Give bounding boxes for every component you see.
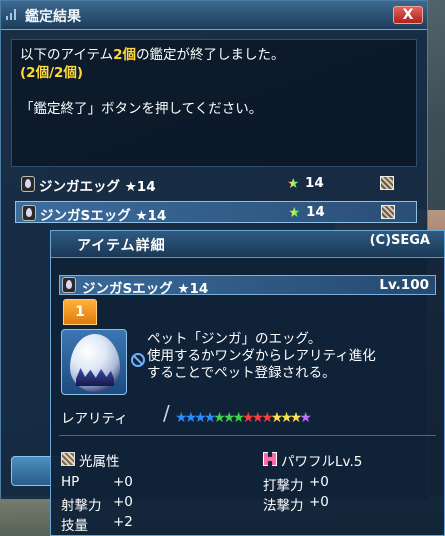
stat-value: +0: [309, 494, 329, 510]
message-panel: 以下のアイテム2個の鑑定が終了しました。 (2個/2個) 「鑑定終了」ボタンを押…: [11, 39, 417, 167]
detail-item-name: ジンガSエッグ ★14: [82, 281, 209, 297]
potential-label: パワフルLv.5: [281, 454, 363, 470]
list-item-selected[interactable]: ジンガSエッグ ★14 ★ 14: [15, 201, 417, 224]
rarity-star-icon: ★: [287, 176, 300, 192]
stat-label: HP: [61, 474, 80, 490]
egg-icon: [22, 205, 36, 221]
egg-image: [70, 334, 120, 392]
item-name-bar: ジンガSエッグ ★14 Lv.100: [59, 275, 436, 297]
stat-value: +0: [309, 474, 329, 490]
item-rarity: 14: [306, 204, 325, 220]
stat-value: +2: [113, 514, 133, 530]
stat-label: 射撃力: [61, 498, 102, 514]
item-name: ジンガSエッグ ★14: [40, 208, 167, 224]
rarity-label: レアリティ: [61, 411, 128, 427]
element-label: 光属性: [79, 454, 120, 470]
tab-1[interactable]: 1: [63, 299, 97, 325]
list-item[interactable]: ジンガエッグ ★14 ★ 14: [15, 173, 417, 195]
stat-value: +0: [113, 474, 133, 490]
message-line-2: (2個/2個): [20, 65, 84, 81]
item-name: ジンガエッグ ★14: [39, 179, 156, 195]
signal-icon: [6, 9, 16, 20]
divider: [59, 435, 436, 436]
message-line-3: 「鑑定終了」ボタンを押してください。: [20, 101, 263, 117]
copyright: (C)SEGA: [369, 233, 430, 248]
potential-icon: [263, 452, 277, 466]
checkbox-icon[interactable]: [380, 176, 394, 190]
checkbox-icon[interactable]: [381, 205, 395, 219]
rarity-star-icon: ★: [288, 205, 301, 221]
item-thumbnail: [61, 329, 127, 395]
egg-icon: [62, 277, 76, 293]
no-edit-icon: [131, 353, 145, 367]
window-title: 鑑定結果: [25, 9, 81, 25]
rarity-star: ★: [299, 410, 312, 426]
element-icon: [61, 452, 75, 466]
item-detail-panel: アイテム詳細 (C)SEGA ジンガSエッグ ★14 Lv.100 1 ペット「…: [50, 230, 445, 536]
egg-icon: [21, 176, 35, 192]
item-description: ペット「ジンガ」のエッグ。 使用するかワンダからレアリティ進化 することでペット…: [147, 331, 376, 381]
stat-label: 技量: [61, 518, 88, 534]
detail-header: アイテム詳細 (C)SEGA: [51, 231, 444, 258]
window-titlebar: 鑑定結果 X: [1, 1, 427, 30]
message-line-1: 以下のアイテム2個の鑑定が終了しました。: [20, 47, 285, 63]
stat-value: +0: [113, 494, 133, 510]
detail-title: アイテム詳細: [77, 238, 166, 254]
rarity-stars: ★★★★★★★★★★★★★★: [175, 407, 312, 426]
item-rarity: 14: [305, 175, 324, 191]
stat-label: 打撃力: [263, 478, 304, 494]
slash-divider: /: [163, 401, 170, 425]
item-level: Lv.100: [379, 277, 429, 293]
close-button[interactable]: X: [393, 6, 423, 24]
stat-label: 法撃力: [263, 498, 304, 514]
